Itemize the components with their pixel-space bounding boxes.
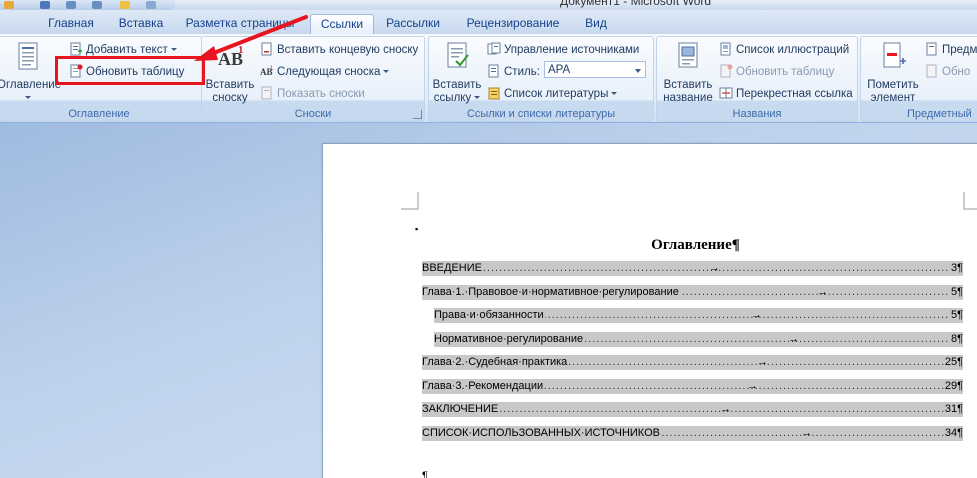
toc-entry-label: ВВЕДЕНИЕ xyxy=(422,261,483,276)
tab-arrow-icon: → xyxy=(747,379,758,392)
toc-entry-label: Глава·1.·Правовое·и·нормативное·регулиро… xyxy=(422,284,680,300)
toc-entry-label: Права·и·обязанности xyxy=(434,308,545,323)
toc-title: Оглавление¶ xyxy=(651,237,740,253)
toc-entry[interactable]: ........................................… xyxy=(434,331,963,347)
tab-arrow-icon: → xyxy=(757,356,768,368)
bullet-mark: ▪ xyxy=(415,224,419,234)
tab-arrow-icon: → xyxy=(817,285,828,298)
toc-entry[interactable]: ........................................… xyxy=(422,284,963,300)
tab-arrow-icon: → xyxy=(751,309,762,321)
tab-arrow-icon: → xyxy=(801,426,812,439)
toc-entry-label: Нормативное·регулирование xyxy=(434,331,585,347)
toc-leader-dots: ........................................… xyxy=(422,262,963,274)
end-paragraph-mark: ¶ xyxy=(422,470,428,478)
document-page[interactable]: ▪ Оглавление¶ ..........................… xyxy=(322,143,977,478)
toc-entry-page: 5¶ xyxy=(949,308,963,323)
toc-entry[interactable]: ........................................… xyxy=(422,425,963,441)
tab-arrow-icon: → xyxy=(709,262,720,274)
toc-entry-label: ЗАКЛЮЧЕНИЕ xyxy=(422,402,500,417)
toc-entry-page: 8¶ xyxy=(949,331,963,347)
toc-entry-page: 3¶ xyxy=(949,261,963,276)
toc-entry[interactable]: ........................................… xyxy=(422,378,963,394)
toc-leader-dots: ........................................… xyxy=(422,403,963,415)
toc-entry-label: СПИСОК·ИСПОЛЬЗОВАННЫХ·ИСТОЧНИКОВ xyxy=(422,425,661,441)
toc-entry-page: 29¶ xyxy=(943,378,963,394)
toc-entry[interactable]: ........................................… xyxy=(422,261,963,276)
tab-arrow-icon: → xyxy=(720,403,731,415)
toc-entry-page: 31¶ xyxy=(943,402,963,417)
toc-entry[interactable]: ........................................… xyxy=(422,402,963,417)
toc-entry[interactable]: ........................................… xyxy=(422,355,963,370)
toc-entry-label: Глава·2.·Судебная·практика xyxy=(422,355,569,370)
tab-arrow-icon: → xyxy=(788,332,799,345)
toc-entry-page: 25¶ xyxy=(943,355,963,370)
document-workspace: ▪ Оглавление¶ ..........................… xyxy=(0,123,977,478)
toc-entry-page: 34¶ xyxy=(943,425,963,441)
toc-entry-page: 5¶ xyxy=(949,284,963,300)
page-corner-mark xyxy=(401,192,419,210)
page-corner-mark xyxy=(963,192,977,210)
toc-entry-label: Глава·3.·Рекомендации xyxy=(422,378,545,394)
toc-entry[interactable]: ........................................… xyxy=(434,308,963,323)
